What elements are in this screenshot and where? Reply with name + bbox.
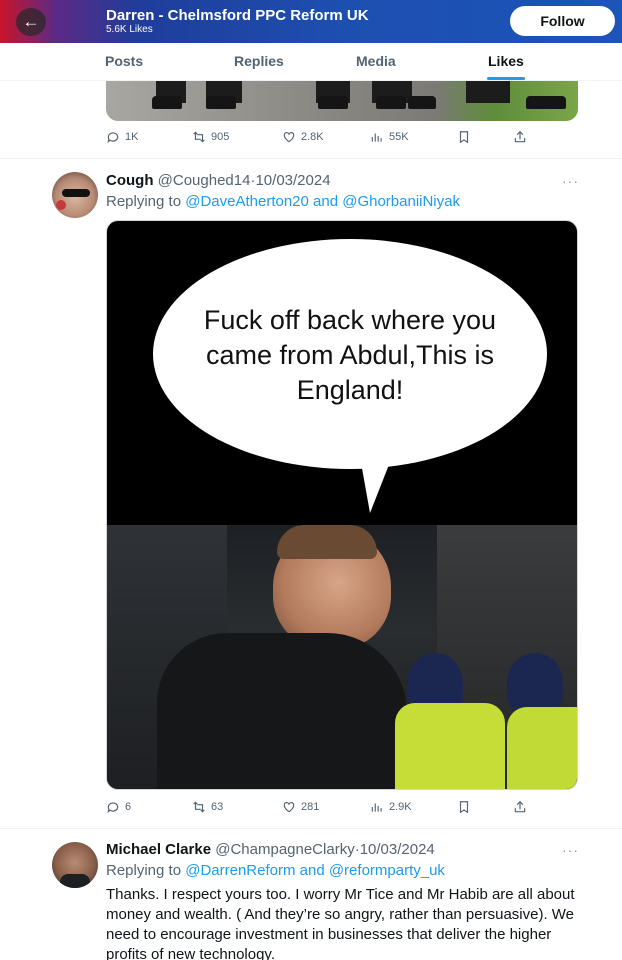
bookmark-button[interactable] <box>457 800 471 814</box>
tweet-media-image[interactable]: Fuck off back where you came from Abdul,… <box>106 220 578 790</box>
reply-button[interactable]: 1K <box>106 130 138 144</box>
profile-header: ← Darren - Chelmsford PPC Reform UK 5.6K… <box>0 0 622 43</box>
repost-count: 905 <box>211 131 230 143</box>
views-button[interactable]: 2.9K <box>370 800 412 814</box>
tweet-text: Thanks. I respect yours too. I worry Mr … <box>106 886 575 960</box>
share-button[interactable] <box>513 800 527 814</box>
repost-icon <box>193 131 205 143</box>
divider <box>0 158 622 159</box>
tweet-date[interactable]: 10/03/2024 <box>255 172 330 189</box>
replying-prefix: Replying to <box>106 193 182 210</box>
follow-button[interactable]: Follow <box>510 6 615 36</box>
meme-text: Fuck off back where you came from Abdul,… <box>203 305 497 405</box>
share-icon <box>514 800 526 813</box>
repost-icon <box>193 801 205 813</box>
tab-replies[interactable]: Replies <box>234 53 284 69</box>
share-button[interactable] <box>513 130 527 144</box>
repost-button[interactable]: 63 <box>192 800 223 814</box>
profile-name: Darren - Chelmsford PPC Reform UK <box>106 7 369 24</box>
meme-photo <box>107 525 577 789</box>
tweet-header: Michael Clarke @ChampagneClarky·10/03/20… <box>106 841 435 858</box>
avatar[interactable] <box>52 842 98 888</box>
handle[interactable]: @Coughed14 <box>158 172 251 189</box>
tab-media[interactable]: Media <box>356 53 396 69</box>
bookmark-icon <box>459 801 469 814</box>
reply-button[interactable]: 6 <box>106 800 131 814</box>
arrow-left-icon: ← <box>22 12 40 31</box>
replying-to-links[interactable]: @DaveAtherton20 and @GhorbaniiNiyak <box>185 193 460 210</box>
views-count: 2.9K <box>389 801 412 813</box>
replying-prefix: Replying to <box>106 862 182 879</box>
active-tab-indicator <box>487 77 525 80</box>
bookmark-icon <box>459 131 469 144</box>
reply-icon <box>107 132 119 144</box>
like-button[interactable]: 2.8K <box>282 130 324 144</box>
reply-count: 1K <box>125 131 139 143</box>
share-icon <box>514 130 526 143</box>
replying-to-links[interactable]: @DarrenReform and @reformparty_uk <box>185 862 445 879</box>
tweet-header: Cough @Coughed14·10/03/2024 <box>106 172 331 189</box>
tab-posts[interactable]: Posts <box>105 53 143 69</box>
bookmark-button[interactable] <box>457 130 471 144</box>
like-button[interactable]: 281 <box>282 800 319 814</box>
repost-count: 63 <box>211 801 224 813</box>
avatar[interactable] <box>52 172 98 218</box>
like-count: 281 <box>301 801 320 813</box>
heart-icon <box>283 132 295 143</box>
like-count: 2.8K <box>301 131 324 143</box>
tweet-date[interactable]: 10/03/2024 <box>360 841 435 858</box>
reply-icon <box>107 802 119 814</box>
display-name[interactable]: Michael Clarke <box>106 841 211 858</box>
display-name[interactable]: Cough <box>106 172 153 189</box>
heart-icon <box>283 802 295 813</box>
more-icon[interactable]: ··· <box>562 842 579 858</box>
handle[interactable]: @ChampagneClarky <box>215 841 354 858</box>
repost-button[interactable]: 905 <box>192 130 229 144</box>
divider <box>0 828 622 829</box>
replying-to: Replying to @DaveAtherton20 and @Ghorban… <box>106 193 460 210</box>
tab-likes[interactable]: Likes <box>488 53 524 69</box>
more-icon[interactable]: ··· <box>562 173 579 189</box>
views-icon <box>371 133 382 142</box>
tweet-media-image[interactable] <box>106 81 578 121</box>
views-count: 55K <box>389 131 409 143</box>
replying-to: Replying to @DarrenReform and @reformpar… <box>106 862 445 879</box>
tweet-actions: 6 63 281 2.9K <box>106 800 536 818</box>
back-button[interactable]: ← <box>16 8 46 36</box>
tweet-actions: 1K 905 2.8K 55K <box>106 130 536 148</box>
likes-count: 5.6K Likes <box>106 24 153 35</box>
profile-tabs: Posts Replies Media Likes <box>0 43 622 81</box>
views-button[interactable]: 55K <box>370 130 409 144</box>
views-icon <box>371 803 382 812</box>
reply-count: 6 <box>125 801 132 813</box>
